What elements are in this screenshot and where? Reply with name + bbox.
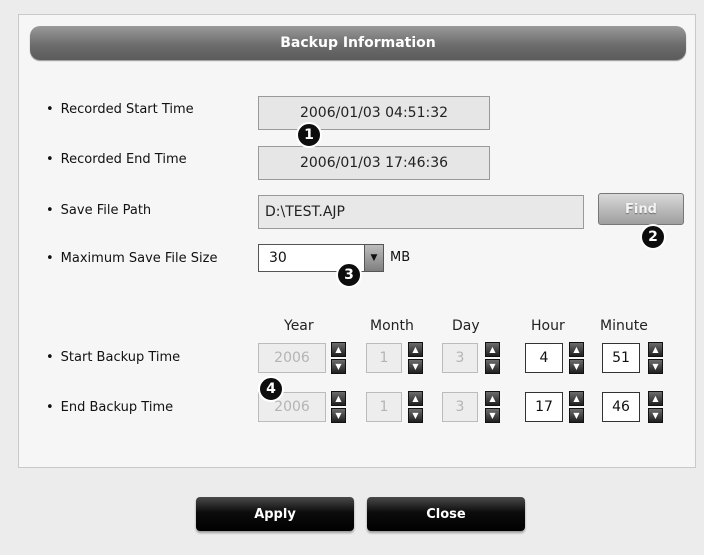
max-size-label: Maximum Save File Size — [46, 251, 218, 266]
end-minute-input[interactable]: 46 — [602, 392, 640, 422]
col-year: Year — [284, 318, 314, 334]
save-path-field[interactable]: D:\TEST.AJP — [258, 195, 584, 229]
start-minute-spinner[interactable]: ▲ ▼ — [648, 342, 663, 374]
dialog-title: Backup Information — [30, 26, 686, 60]
triangle-up-icon[interactable]: ▲ — [408, 391, 423, 406]
find-button[interactable]: Find — [598, 193, 684, 225]
callout-badge-3: 3 — [336, 262, 362, 288]
triangle-down-icon[interactable]: ▼ — [569, 359, 584, 374]
triangle-down-icon[interactable]: ▼ — [648, 408, 663, 423]
triangle-down-icon[interactable]: ▼ — [408, 408, 423, 423]
triangle-up-icon[interactable]: ▲ — [569, 391, 584, 406]
recorded-end-label: Recorded End Time — [46, 152, 187, 167]
col-day: Day — [452, 318, 480, 334]
save-path-label: Save File Path — [46, 203, 152, 218]
col-minute: Minute — [600, 318, 648, 334]
triangle-up-icon[interactable]: ▲ — [408, 342, 423, 357]
triangle-up-icon[interactable]: ▲ — [569, 342, 584, 357]
start-month-spinner[interactable]: ▲ ▼ — [408, 342, 423, 374]
max-size-select[interactable]: 30 ▼ — [258, 244, 384, 272]
callout-badge-4: 4 — [258, 376, 284, 402]
triangle-down-icon[interactable]: ▼ — [569, 408, 584, 423]
triangle-up-icon[interactable]: ▲ — [648, 391, 663, 406]
end-minute-spinner[interactable]: ▲ ▼ — [648, 391, 663, 423]
start-year-input[interactable]: 2006 — [258, 343, 326, 373]
close-button[interactable]: Close — [367, 497, 525, 531]
triangle-down-icon[interactable]: ▼ — [331, 408, 346, 423]
recorded-start-label: Recorded Start Time — [46, 102, 194, 117]
triangle-up-icon[interactable]: ▲ — [648, 342, 663, 357]
end-month-input[interactable]: 1 — [366, 392, 402, 422]
col-month: Month — [370, 318, 414, 334]
triangle-down-icon[interactable]: ▼ — [408, 359, 423, 374]
start-backup-label: Start Backup Time — [46, 350, 181, 365]
end-hour-spinner[interactable]: ▲ ▼ — [569, 391, 584, 423]
start-year-spinner[interactable]: ▲ ▼ — [331, 342, 346, 374]
max-size-value: 30 — [269, 250, 287, 266]
recorded-end-field: 2006/01/03 17:46:36 — [258, 146, 490, 180]
col-hour: Hour — [531, 318, 565, 334]
apply-button[interactable]: Apply — [196, 497, 354, 531]
triangle-down-icon[interactable]: ▼ — [485, 408, 500, 423]
end-month-spinner[interactable]: ▲ ▼ — [408, 391, 423, 423]
triangle-down-icon[interactable]: ▼ — [648, 359, 663, 374]
start-day-spinner[interactable]: ▲ ▼ — [485, 342, 500, 374]
start-day-input[interactable]: 3 — [442, 343, 478, 373]
end-day-input[interactable]: 3 — [442, 392, 478, 422]
end-backup-label: End Backup Time — [46, 400, 173, 415]
triangle-down-icon[interactable]: ▼ — [331, 359, 346, 374]
start-hour-input[interactable]: 4 — [525, 343, 563, 373]
end-hour-input[interactable]: 17 — [525, 392, 563, 422]
start-minute-input[interactable]: 51 — [602, 343, 640, 373]
triangle-up-icon[interactable]: ▲ — [331, 342, 346, 357]
triangle-up-icon[interactable]: ▲ — [331, 391, 346, 406]
callout-badge-2: 2 — [640, 224, 666, 250]
triangle-up-icon[interactable]: ▲ — [485, 342, 500, 357]
callout-badge-1: 1 — [296, 122, 322, 148]
end-year-spinner[interactable]: ▲ ▼ — [331, 391, 346, 423]
end-day-spinner[interactable]: ▲ ▼ — [485, 391, 500, 423]
max-size-unit: MB — [390, 250, 411, 265]
start-month-input[interactable]: 1 — [366, 343, 402, 373]
start-hour-spinner[interactable]: ▲ ▼ — [569, 342, 584, 374]
chevron-down-icon[interactable]: ▼ — [364, 245, 383, 271]
triangle-down-icon[interactable]: ▼ — [485, 359, 500, 374]
recorded-start-field: 2006/01/03 04:51:32 — [258, 96, 490, 130]
triangle-up-icon[interactable]: ▲ — [485, 391, 500, 406]
